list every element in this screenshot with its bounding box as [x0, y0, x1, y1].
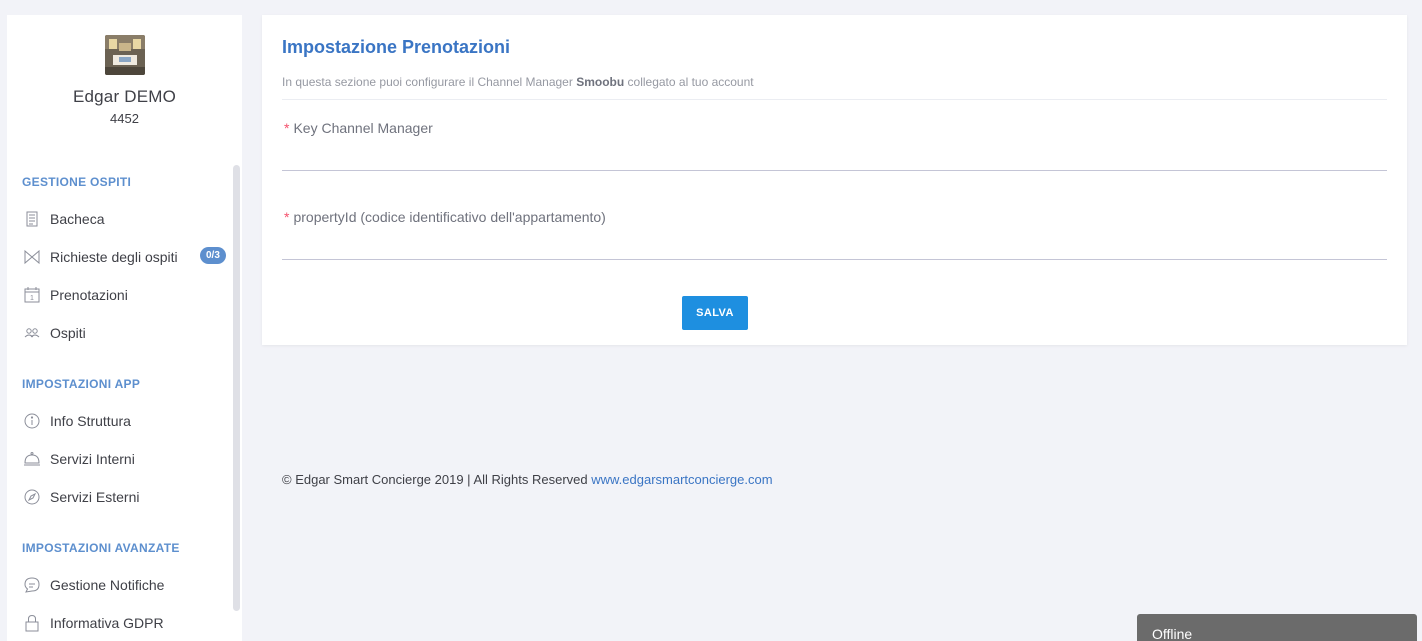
sidebar-item-label: Bacheca	[50, 211, 105, 227]
chat-status-widget[interactable]: Offline	[1137, 614, 1417, 641]
sidebar-item-ospiti[interactable]: Ospiti	[22, 322, 86, 344]
compass-icon	[22, 488, 42, 506]
sidebar: Edgar DEMO 4452 GESTIONE OSPITI Bacheca …	[7, 15, 242, 641]
sidebar-scrollbar[interactable]	[233, 165, 240, 611]
booking-settings-card: Impostazione Prenotazioni In questa sezi…	[262, 15, 1407, 345]
ribbon-icon	[22, 248, 42, 266]
profile-id: 4452	[110, 111, 139, 126]
page-title: Impostazione Prenotazioni	[282, 37, 511, 57]
property-id-label: * propertyId (codice identificativo dell'…	[284, 209, 606, 225]
svg-text:1: 1	[30, 295, 34, 302]
chat-icon	[22, 576, 42, 594]
section-title-impostazioni-avanzate: IMPOSTAZIONI AVANZATE	[22, 541, 180, 555]
sidebar-item-servizi-esterni[interactable]: Servizi Esterni	[22, 486, 139, 508]
cloche-icon	[22, 450, 42, 468]
sidebar-item-label: Informativa GDPR	[50, 615, 164, 631]
footer: © Edgar Smart Concierge 2019 | All Right…	[282, 472, 773, 487]
lock-icon	[22, 614, 42, 632]
subtitle-text-end: collegato al tuo account	[624, 75, 754, 89]
sidebar-item-label: Prenotazioni	[50, 287, 128, 303]
property-id-input[interactable]	[282, 232, 1387, 260]
sidebar-item-label: Gestione Notifiche	[50, 577, 165, 593]
footer-link[interactable]: www.edgarsmartconcierge.com	[591, 472, 772, 487]
save-button[interactable]: SALVA	[682, 296, 748, 330]
sidebar-item-label: Servizi Esterni	[50, 489, 140, 505]
sidebar-item-informativa-gdpr[interactable]: Informativa GDPR	[22, 612, 164, 634]
sidebar-item-label: Ospiti	[50, 325, 86, 341]
sidebar-item-info-struttura[interactable]: Info Struttura	[22, 410, 131, 432]
required-marker: *	[284, 120, 290, 136]
sidebar-item-servizi-interni[interactable]: Servizi Interni	[22, 448, 135, 470]
profile: Edgar DEMO 4452	[7, 15, 242, 126]
sidebar-item-label: Info Struttura	[50, 413, 131, 429]
field-label-text: Key Channel Manager	[293, 120, 433, 136]
profile-name: Edgar DEMO	[72, 87, 177, 106]
required-marker: *	[284, 209, 290, 225]
page-subtitle: In questa sezione puoi configurare il Ch…	[282, 75, 754, 89]
document-icon	[22, 210, 42, 228]
divider	[282, 99, 1387, 100]
avatar[interactable]	[104, 35, 145, 75]
section-title-impostazioni-app: IMPOSTAZIONI APP	[22, 377, 141, 391]
sidebar-item-label: Richieste degli ospiti	[50, 249, 178, 265]
people-icon	[22, 324, 42, 342]
field-label-text: propertyId (codice identificativo dell'a…	[293, 209, 606, 225]
sidebar-item-label: Servizi Interni	[50, 451, 135, 467]
sidebar-item-richieste[interactable]: Richieste degli ospiti	[22, 246, 178, 268]
sidebar-item-gestione-notifiche[interactable]: Gestione Notifiche	[22, 574, 164, 596]
subtitle-brand: Smoobu	[576, 75, 625, 89]
section-title-gestione-ospiti: GESTIONE OSPITI	[22, 175, 132, 189]
key-channel-manager-label: * Key Channel Manager	[284, 120, 433, 136]
footer-text: © Edgar Smart Concierge 2019 | All Right…	[282, 472, 592, 487]
requests-count-badge: 0/3	[200, 247, 226, 264]
sidebar-item-prenotazioni[interactable]: 1 Prenotazioni	[22, 284, 128, 306]
key-channel-manager-input[interactable]	[282, 143, 1387, 171]
sidebar-item-bacheca[interactable]: Bacheca	[22, 208, 104, 230]
subtitle-text: In questa sezione puoi configurare il Ch…	[282, 75, 577, 89]
info-icon	[22, 412, 42, 430]
calendar-icon: 1	[22, 286, 42, 304]
